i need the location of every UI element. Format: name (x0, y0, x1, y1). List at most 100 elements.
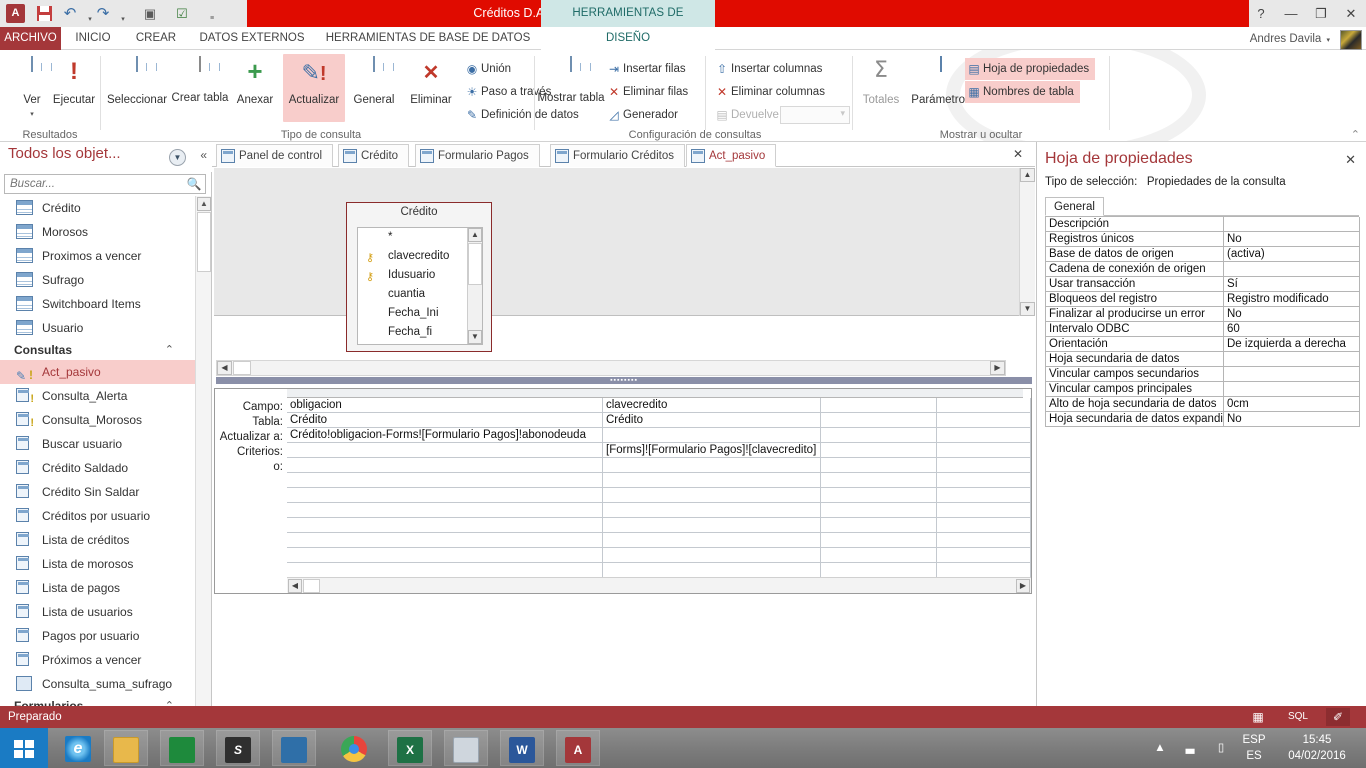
undo-icon[interactable]: ↶ (60, 4, 80, 24)
access-taskbar-icon[interactable]: A (556, 730, 600, 766)
qbe-cell-empty[interactable] (287, 473, 603, 488)
qbe-cell-empty[interactable] (603, 533, 821, 548)
field-item[interactable]: Fecha_Ini (358, 304, 482, 323)
nav-item-morosos[interactable]: Morosos (0, 220, 196, 244)
field-list-scrollbar[interactable]: ▲ ▼ (467, 228, 482, 344)
nav-item-credito[interactable]: Crédito (0, 196, 196, 220)
query-diagram-pane[interactable] (214, 168, 1035, 316)
table-field-list-credito[interactable]: Crédito * ⚷ clavecredito ⚷ Idusuario cua… (346, 202, 492, 352)
qbe-cell-empty[interactable] (937, 518, 1031, 533)
qbe-cell-empty[interactable] (821, 533, 937, 548)
property-value[interactable] (1224, 262, 1360, 277)
scroll-right-button[interactable]: ▶ (1016, 579, 1030, 593)
nav-item-lista-de-morosos[interactable]: Lista de morosos (0, 552, 196, 576)
field-item[interactable]: ⚷ clavecredito (358, 247, 482, 266)
qbe-cell-empty[interactable] (937, 503, 1031, 518)
property-row[interactable]: Hoja secundaria de datos expandi No (1046, 412, 1360, 427)
avatar[interactable] (1340, 30, 1362, 50)
qbe-cell-empty[interactable] (821, 563, 937, 578)
print-preview-icon[interactable]: ▣ (140, 4, 160, 24)
qbe-cell-empty[interactable] (821, 548, 937, 563)
nav-item-buscar-usuario[interactable]: Buscar usuario (0, 432, 196, 456)
qbe-cell-criterios[interactable] (287, 443, 603, 458)
field-item[interactable]: cuantia (358, 285, 482, 304)
qbe-cell-criterios[interactable] (821, 443, 937, 458)
property-value[interactable] (1224, 217, 1360, 232)
excel-icon[interactable]: X (388, 730, 432, 766)
qbe-cell-empty[interactable] (287, 503, 603, 518)
nav-item-consulta-suma-sufrago[interactable]: Consulta_suma_sufrago (0, 672, 196, 696)
mostrar-tabla-button[interactable]: Mostrar tabla (537, 54, 605, 122)
diagram-vertical-scrollbar[interactable]: ▲ ▼ (1019, 168, 1035, 316)
tab-datos-externos[interactable]: DATOS EXTERNOS (192, 27, 312, 50)
search-input[interactable] (8, 176, 178, 192)
scroll-up-button[interactable]: ▲ (197, 197, 211, 211)
qbe-cell-tabla[interactable] (937, 413, 1031, 428)
qbe-cell-empty[interactable] (603, 473, 821, 488)
customize-qat-icon[interactable]: ≡ (202, 9, 222, 29)
internet-explorer-icon[interactable]: e (56, 730, 100, 766)
property-row[interactable]: Registros únicos No (1046, 232, 1360, 247)
nav-item-consulta-alerta[interactable]: ! Consulta_Alerta (0, 384, 196, 408)
qbe-cell-empty[interactable] (937, 488, 1031, 503)
property-value[interactable]: No (1224, 307, 1360, 322)
qbe-cell-empty[interactable] (603, 503, 821, 518)
scroll-left-button[interactable]: ◀ (217, 361, 232, 375)
qbe-cell-empty[interactable] (287, 533, 603, 548)
property-row[interactable]: Base de datos de origen (activa) (1046, 247, 1360, 262)
doc-tab-panel-de-control[interactable]: Panel de control (216, 144, 334, 167)
nav-item-usuario[interactable]: Usuario (0, 316, 196, 340)
file-explorer-icon[interactable] (104, 730, 148, 766)
qbe-cell-empty[interactable] (603, 518, 821, 533)
qbe-cell-tabla[interactable]: Crédito (287, 413, 603, 428)
qbe-horizontal-scrollbar[interactable]: ◀ ▶ (287, 577, 1031, 593)
nav-item-pagos-por-usuario[interactable]: Pagos por usuario (0, 624, 196, 648)
nombres-tabla-item[interactable]: ▦ Nombres de tabla (965, 81, 1080, 103)
nav-item-proximos-a-vencer-query[interactable]: Próximos a vencer (0, 648, 196, 672)
property-value[interactable] (1224, 352, 1360, 367)
eliminar-columnas-item[interactable]: ✕ Eliminar columnas (713, 81, 825, 103)
qbe-cell-o[interactable] (937, 458, 1031, 473)
scroll-up-button[interactable]: ▲ (1020, 168, 1035, 182)
insertar-filas-item[interactable]: ⇥ Insertar filas (605, 58, 686, 80)
property-value[interactable]: 0cm (1224, 397, 1360, 412)
property-row[interactable]: Intervalo ODBC 60 (1046, 322, 1360, 337)
qbe-cell-campo[interactable]: obligacion (287, 398, 603, 413)
qbe-cell-empty[interactable] (603, 488, 821, 503)
s-note-icon[interactable]: S (216, 730, 260, 766)
qbe-cell-empty[interactable] (287, 488, 603, 503)
qbe-cell-empty[interactable] (287, 548, 603, 563)
property-value[interactable]: Sí (1224, 277, 1360, 292)
nav-group-consultas[interactable]: Consultas ⌃ (0, 340, 196, 360)
crear-tabla-button[interactable]: Crear tabla (172, 54, 228, 122)
help-button[interactable]: ? (1246, 0, 1276, 27)
property-value[interactable]: Registro modificado (1224, 292, 1360, 307)
pane-splitter[interactable]: ▪▪▪▪▪▪▪▪ (216, 377, 1032, 384)
tab-diseno[interactable]: DISEÑO (541, 27, 715, 50)
scrollbar-thumb[interactable] (233, 361, 251, 375)
close-button[interactable]: ✕ (1336, 0, 1366, 27)
chevron-down-icon[interactable]: ▼ (169, 149, 186, 166)
qbe-cell-empty[interactable] (603, 563, 821, 578)
field-item[interactable]: * (358, 228, 482, 247)
nav-item-proximos-a-vencer[interactable]: Proximos a vencer (0, 244, 196, 268)
qbe-cell-actualizar-a[interactable] (937, 428, 1031, 443)
nav-item-credito-saldado[interactable]: Crédito Saldado (0, 456, 196, 480)
property-row[interactable]: Hoja secundaria de datos (1046, 352, 1360, 367)
calculator-icon[interactable] (444, 730, 488, 766)
store-icon[interactable] (160, 730, 204, 766)
property-value[interactable] (1224, 367, 1360, 382)
scroll-down-button[interactable]: ▼ (468, 330, 482, 344)
tab-herramientas-base-datos[interactable]: HERRAMIENTAS DE BASE DE DATOS (320, 27, 536, 50)
search-icon[interactable]: 🔍 (186, 176, 202, 192)
hoja-propiedades-item[interactable]: ▤ Hoja de propiedades (965, 58, 1096, 80)
property-sheet-tab-general[interactable]: General (1045, 197, 1104, 216)
property-row[interactable]: Cadena de conexión de origen (1046, 262, 1360, 277)
scroll-right-button[interactable]: ▶ (990, 361, 1005, 375)
property-row[interactable]: Vincular campos secundarios (1046, 367, 1360, 382)
scrollbar-thumb[interactable] (303, 579, 320, 593)
qbe-cell-o[interactable] (603, 458, 821, 473)
qbe-cell-empty[interactable] (821, 503, 937, 518)
qbe-cell-empty[interactable] (287, 518, 603, 533)
restore-button[interactable]: ❐ (1306, 0, 1336, 27)
